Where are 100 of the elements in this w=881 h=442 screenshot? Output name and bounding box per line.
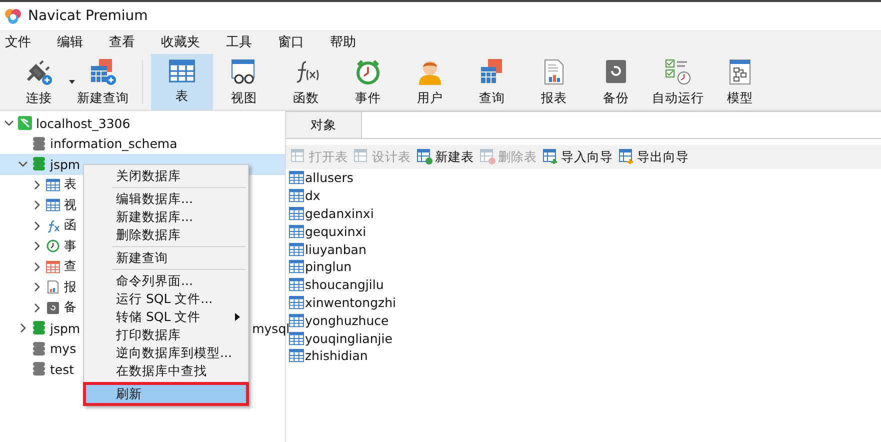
menu-item[interactable]: 转储 SQL 文件 [86, 308, 246, 326]
database-icon [32, 340, 46, 357]
delete-table-icon [480, 149, 496, 165]
table-name[interactable]: gequxinxi [305, 224, 366, 239]
connection-icon [18, 116, 32, 130]
menu-item[interactable]: 新建查询 [86, 249, 246, 267]
expand-icon[interactable] [32, 262, 42, 272]
tree-item-text: mysql [252, 320, 290, 336]
table-icon [289, 330, 304, 346]
tree-item[interactable]: mys [50, 341, 76, 356]
toolbar-button[interactable]: 事件 [337, 54, 399, 110]
table-icon [289, 312, 304, 328]
menu-item[interactable]: 在数据库中查找 [86, 362, 246, 380]
table-icon [289, 259, 304, 274]
toolbar-button[interactable]: 查询 [461, 54, 523, 110]
tree-item[interactable]: information_schema [50, 136, 178, 152]
collapse-icon[interactable] [4, 118, 14, 128]
expand-icon[interactable] [18, 323, 28, 334]
backup-icon [46, 300, 60, 315]
export-icon [619, 149, 635, 165]
menu-item[interactable]: 关闭数据库 [86, 167, 246, 185]
toolbar-button[interactable]: 模型 [709, 54, 771, 110]
expand-icon[interactable] [32, 180, 42, 190]
toolbar-button[interactable]: 表 [151, 54, 213, 110]
collapse-icon[interactable] [18, 159, 28, 170]
menu-item[interactable]: 文件 [5, 33, 31, 51]
toolbar-button[interactable]: 连接 [8, 54, 70, 110]
table-name[interactable]: allusers [305, 170, 354, 186]
table-name[interactable]: zhishidian [305, 348, 368, 364]
menu-item[interactable]: 窗口 [278, 33, 304, 51]
tree-item[interactable]: jspm [50, 320, 80, 336]
table-name[interactable]: liuyanban [305, 242, 366, 257]
toolbar-button[interactable]: 报表 [523, 54, 585, 110]
open-table-icon [291, 149, 307, 165]
table-name[interactable]: dx [305, 188, 320, 204]
submenu-arrow-icon [235, 313, 240, 321]
tree-item[interactable]: 视 [64, 196, 77, 214]
user-icon [416, 58, 444, 86]
app-logo-icon [4, 7, 22, 25]
database-icon [32, 320, 46, 336]
menu-item[interactable]: 删除数据库 [86, 226, 246, 244]
caret-icon[interactable] [69, 80, 75, 84]
tree-item[interactable]: jspm [50, 156, 80, 172]
menu-item[interactable]: 刷新 [86, 385, 246, 403]
toolbar-button[interactable]: 新建查询 [72, 54, 134, 110]
tab[interactable]: 对象 [286, 112, 362, 138]
toolbar-button[interactable]: 函数 [275, 54, 337, 110]
database-icon [32, 361, 46, 378]
menu-item[interactable]: 逆向数据库到模型... [86, 344, 246, 362]
toolbar-button[interactable]: 新建表 [417, 148, 474, 166]
menu-item[interactable]: 运行 SQL 文件... [86, 290, 246, 308]
toolbar-button[interactable]: 自动运行 [647, 54, 709, 110]
table-name[interactable]: shoucangjilu [305, 277, 384, 292]
alarm-clock-icon [354, 58, 382, 86]
table-icon [289, 188, 304, 204]
menu-item[interactable]: 编辑数据库... [86, 190, 246, 208]
menu-item[interactable]: 编辑 [57, 33, 83, 51]
table-icon [289, 348, 304, 364]
tree-item[interactable]: 表 [64, 176, 77, 194]
new-table-icon [417, 149, 433, 165]
table-name[interactable]: yonghuzhuce [305, 312, 389, 328]
table-icon [289, 170, 304, 186]
import-icon [543, 149, 559, 165]
tree-item[interactable]: 报 [64, 278, 77, 296]
tree-item[interactable]: 查 [64, 258, 77, 276]
tree-item[interactable]: 备 [64, 299, 77, 316]
toolbar-button[interactable]: 导出向导 [619, 148, 689, 166]
table-name[interactable]: pinglun [305, 259, 352, 274]
clock-icon [46, 239, 60, 254]
menu-item[interactable]: 命令列界面... [86, 272, 246, 290]
database-icon [32, 136, 46, 152]
toolbar-button[interactable]: 用户 [399, 54, 461, 110]
toolbar-button[interactable]: 视图 [213, 54, 275, 110]
menu-item[interactable]: 打印数据库 [86, 326, 246, 344]
function-icon [46, 218, 60, 233]
tree-item[interactable]: test [50, 362, 74, 377]
tree-item[interactable]: 事 [64, 238, 77, 255]
table-name[interactable]: xinwentongzhi [305, 294, 396, 310]
tree-item[interactable]: localhost_3306 [36, 116, 130, 131]
expand-icon[interactable] [32, 220, 42, 231]
checklist-clock-icon [664, 58, 692, 86]
menu-item[interactable]: 新建数据库... [86, 208, 246, 226]
expand-icon[interactable] [32, 282, 42, 292]
expand-icon[interactable] [32, 241, 42, 252]
menu-item[interactable]: 工具 [226, 33, 252, 51]
menu-item[interactable]: 收藏夹 [161, 33, 200, 51]
table-icon [169, 58, 195, 84]
expand-icon[interactable] [32, 302, 42, 313]
menu-item[interactable]: 查看 [109, 33, 135, 51]
tree-item[interactable]: 函 [64, 217, 77, 234]
toolbar-button[interactable]: 导入向导 [543, 148, 613, 166]
table-name[interactable]: youqinglianjie [305, 330, 392, 346]
report-icon [46, 280, 60, 294]
table-name[interactable]: gedanxinxi [305, 206, 374, 221]
design-table-icon [354, 149, 370, 165]
menu-item[interactable]: 帮助 [330, 33, 356, 51]
expand-icon[interactable] [32, 200, 42, 210]
table-icon [289, 224, 304, 239]
toolbar-button[interactable]: 备份 [585, 54, 647, 110]
database-icon [32, 156, 46, 172]
